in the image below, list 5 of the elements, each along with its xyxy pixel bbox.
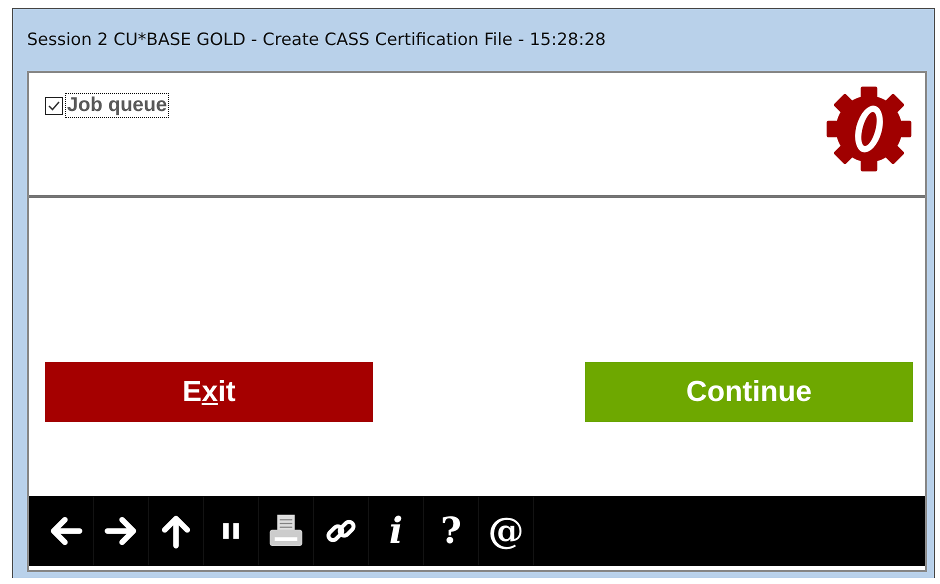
help-icon[interactable]: ?: [440, 513, 462, 549]
window-title: Session 2 CU*BASE GOLD - Create CASS Certification File - 15:28:28: [27, 30, 606, 50]
exit-button[interactable]: Exit: [45, 362, 373, 422]
at-sign-icon[interactable]: @: [488, 513, 524, 549]
info-icon[interactable]: i: [389, 513, 403, 549]
